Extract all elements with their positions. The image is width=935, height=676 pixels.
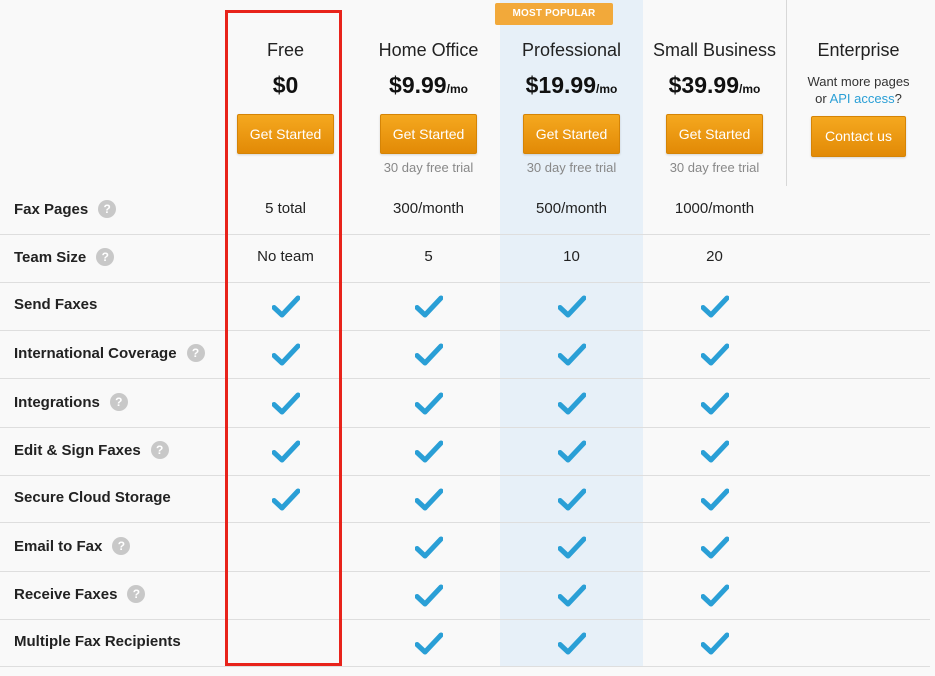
feature-label-text: International Coverage (14, 344, 177, 362)
feature-value: 1000/month (674, 200, 755, 217)
feature-label-text: Send Faxes (14, 296, 98, 313)
checkmark-icon (357, 632, 500, 656)
feature-value: 300/month (393, 200, 464, 217)
feature-label-text: Multiple Fax Recipients (14, 633, 181, 650)
checkmark-icon (214, 392, 357, 416)
feature-label: Integrations? (14, 393, 128, 411)
feature-label: Team Size? (14, 248, 115, 266)
plan-name: Enterprise (817, 40, 900, 60)
checkmark-icon (500, 392, 643, 416)
get-started-button-home-office[interactable]: Get Started (380, 114, 477, 154)
feature-label: Multiple Fax Recipients (14, 633, 181, 650)
feature-label: Receive Faxes? (14, 585, 146, 603)
checkmark-icon (643, 488, 786, 512)
checkmark-icon (214, 440, 357, 464)
help-icon[interactable]: ? (127, 585, 146, 603)
checkmark-icon (500, 343, 643, 367)
contact-us-button[interactable]: Contact us (811, 116, 906, 157)
feature-value: 5 total (265, 200, 306, 217)
trial-note: 30 day free trial (383, 160, 474, 175)
help-icon[interactable]: ? (186, 344, 205, 362)
feature-label: Fax Pages? (14, 200, 117, 218)
feature-value: 20 (706, 248, 723, 265)
checkmark-icon (357, 536, 500, 560)
help-icon[interactable]: ? (98, 200, 117, 218)
checkmark-icon (500, 488, 643, 512)
feature-label-text: Receive Faxes (14, 585, 118, 603)
checkmark-icon (643, 536, 786, 560)
checkmark-icon (500, 632, 643, 656)
feature-label-text: Edit & Sign Faxes (14, 441, 141, 459)
plan-price: $39.99/mo (668, 72, 761, 98)
help-icon[interactable]: ? (109, 393, 128, 411)
row-divider (0, 571, 930, 572)
feature-label: International Coverage? (14, 344, 205, 362)
feature-value: 10 (563, 248, 580, 265)
trial-note: 30 day free trial (526, 160, 617, 175)
checkmark-icon (643, 295, 786, 319)
checkmark-icon (214, 295, 357, 319)
get-started-button-small-business[interactable]: Get Started (666, 114, 763, 154)
checkmark-icon (500, 295, 643, 319)
checkmark-icon (643, 632, 786, 656)
feature-label-text: Email to Fax (14, 537, 103, 555)
checkmark-icon (643, 440, 786, 464)
plan-name: Home Office (378, 40, 479, 60)
row-divider (0, 475, 930, 476)
feature-label-text: Secure Cloud Storage (14, 489, 171, 506)
row-divider (0, 234, 930, 235)
enterprise-description: Want more pages or API access? (807, 74, 910, 106)
plan-price: $0 (272, 72, 299, 98)
checkmark-icon (214, 488, 357, 512)
help-icon[interactable]: ? (96, 248, 115, 266)
feature-value: No team (257, 248, 314, 265)
checkmark-icon (357, 440, 500, 464)
feature-label-text: Team Size (14, 248, 87, 266)
checkmark-icon (214, 343, 357, 367)
feature-label-text: Fax Pages (14, 200, 89, 218)
free-column-highlight (225, 10, 342, 666)
feature-label-text: Integrations (14, 393, 100, 411)
get-started-button-professional[interactable]: Get Started (523, 114, 620, 154)
plan-name: Small Business (652, 40, 777, 60)
feature-label: Email to Fax? (14, 537, 131, 555)
plan-price: $19.99/mo (525, 72, 618, 98)
checkmark-icon (357, 392, 500, 416)
row-divider (0, 282, 930, 283)
plan-name: Professional (521, 40, 622, 60)
plan-name: Free (266, 40, 304, 60)
get-started-button-free[interactable]: Get Started (237, 114, 334, 154)
checkmark-icon (357, 488, 500, 512)
row-divider (0, 330, 930, 331)
checkmark-icon (357, 295, 500, 319)
row-divider (0, 619, 930, 620)
checkmark-icon (643, 584, 786, 608)
checkmark-icon (643, 392, 786, 416)
checkmark-icon (357, 343, 500, 367)
checkmark-icon (357, 584, 500, 608)
most-popular-badge: MOST POPULAR (495, 3, 613, 25)
feature-value: 500/month (536, 200, 607, 217)
row-divider (0, 666, 930, 667)
plan-price: $9.99/mo (389, 72, 468, 98)
row-divider (0, 427, 930, 428)
row-divider (0, 522, 930, 523)
help-icon[interactable]: ? (150, 441, 169, 459)
checkmark-icon (500, 536, 643, 560)
feature-label: Edit & Sign Faxes? (14, 441, 169, 459)
help-icon[interactable]: ? (112, 537, 131, 555)
feature-label: Send Faxes (14, 296, 97, 313)
feature-value: 5 (424, 248, 433, 265)
checkmark-icon (500, 584, 643, 608)
popular-column-background (500, 0, 643, 667)
row-divider (0, 378, 930, 379)
checkmark-icon (643, 343, 786, 367)
trial-note: 30 day free trial (669, 160, 760, 175)
feature-label: Secure Cloud Storage (14, 489, 171, 506)
checkmark-icon (500, 440, 643, 464)
api-access-link[interactable]: API access (830, 91, 895, 106)
